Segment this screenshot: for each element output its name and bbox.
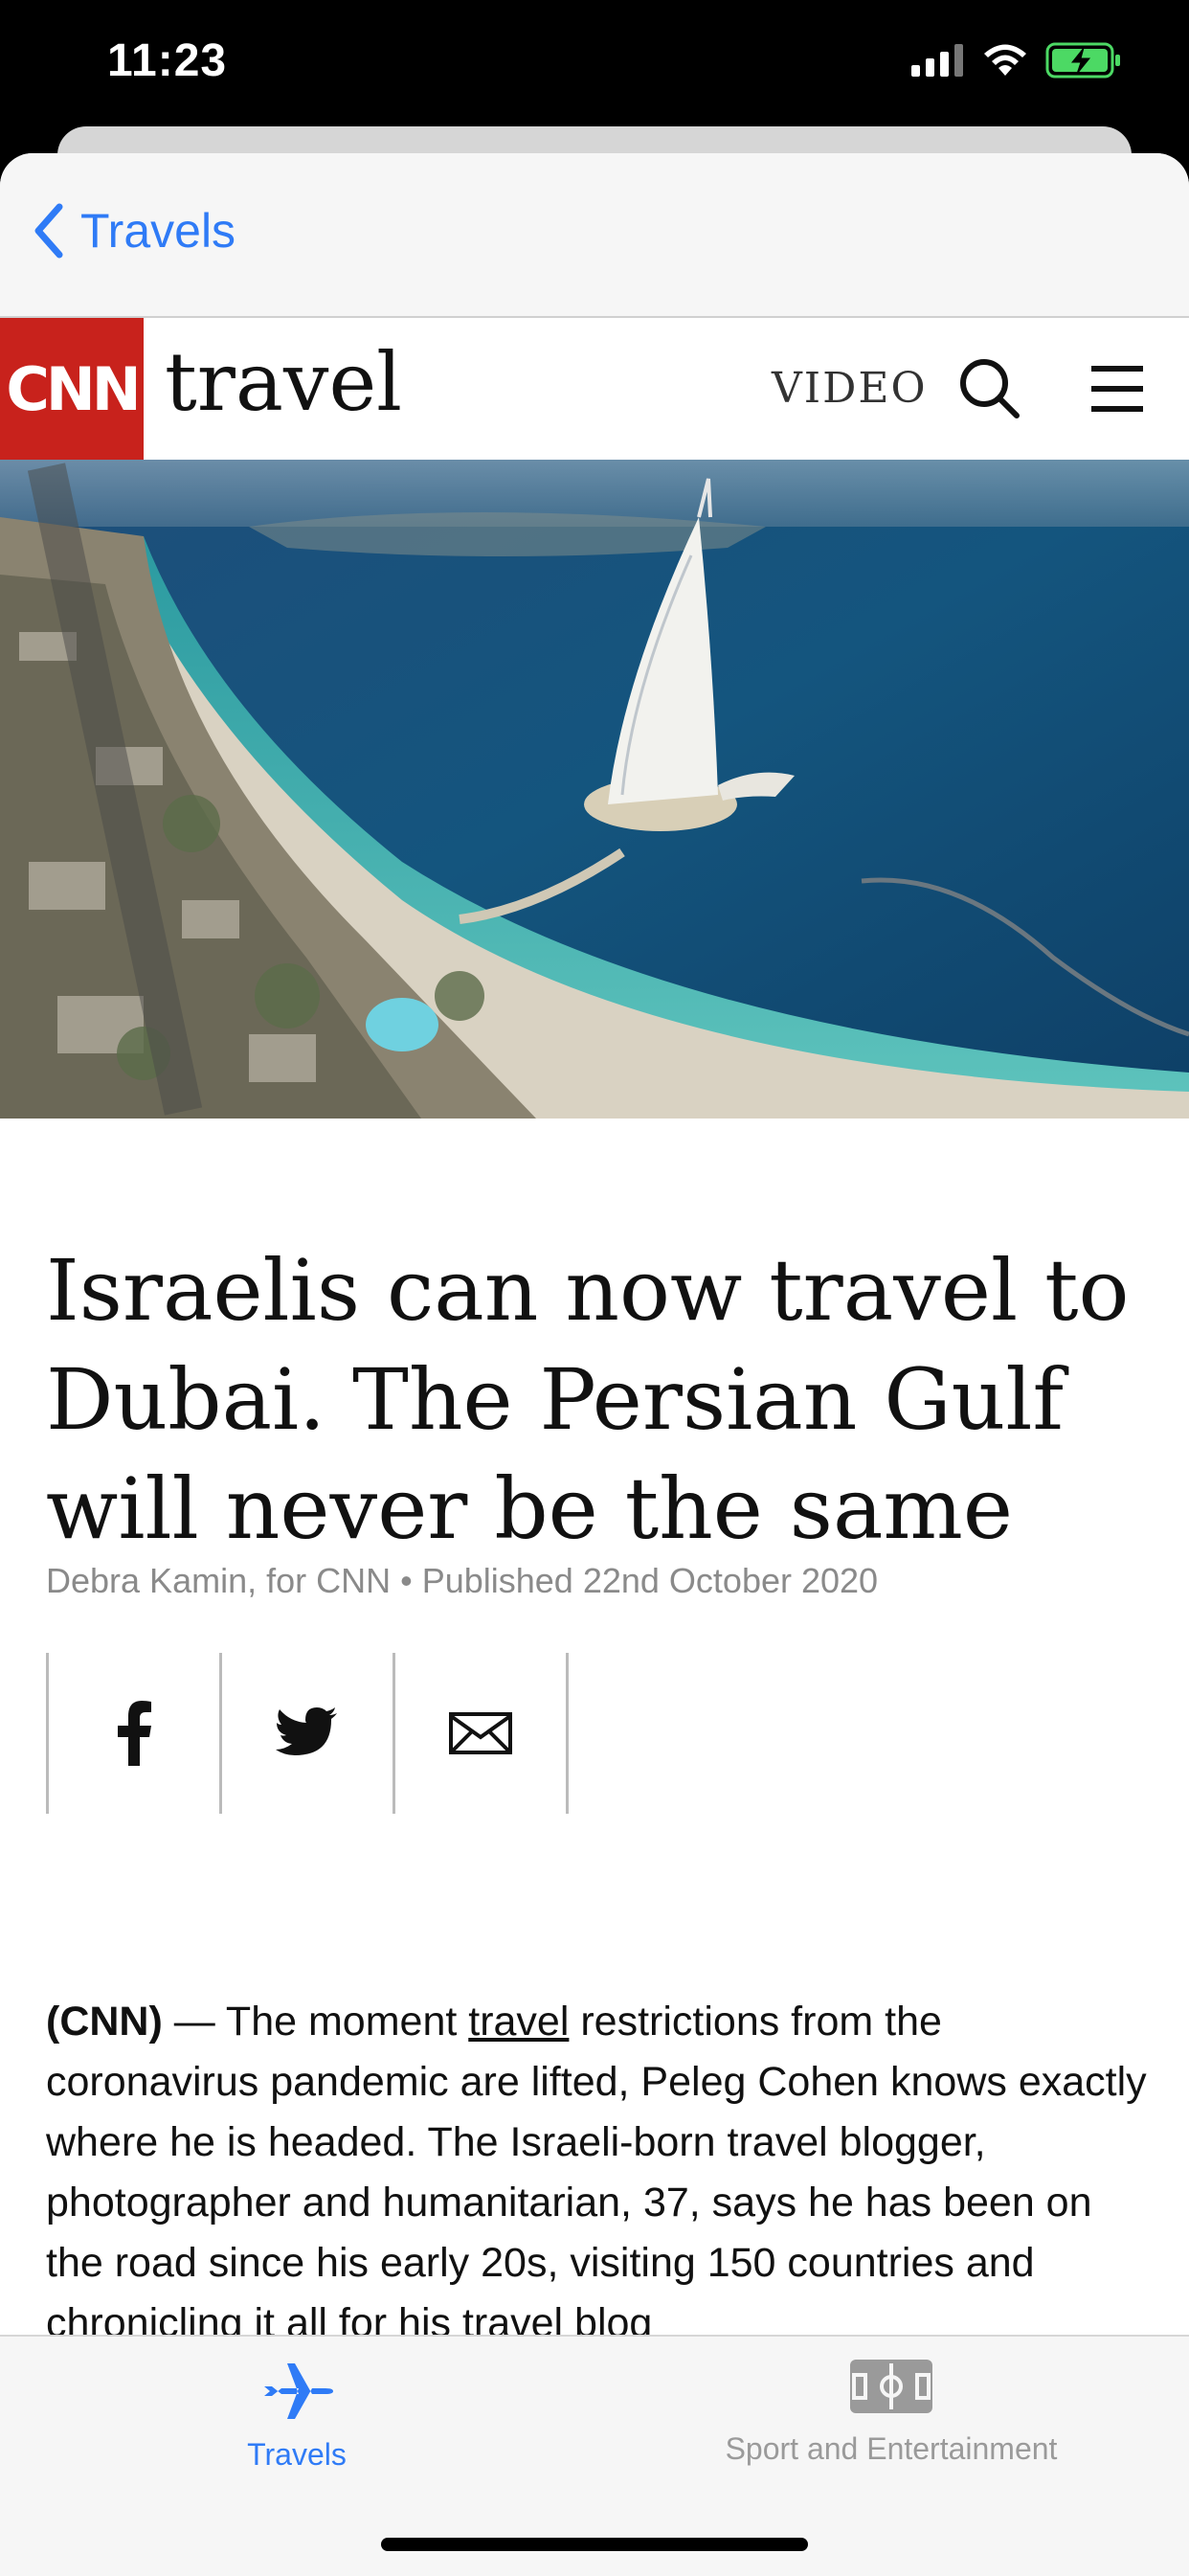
article-dash: — The moment bbox=[162, 1999, 469, 2045]
hamburger-menu-icon[interactable] bbox=[1089, 362, 1145, 420]
travel-link[interactable]: travel bbox=[468, 1999, 569, 2045]
article-byline: Debra Kamin, for CNN • Published 22nd Oc… bbox=[46, 1561, 879, 1600]
share-bar bbox=[46, 1653, 569, 1814]
signal-icon bbox=[911, 44, 963, 77]
article-headline: Israelis can now travel to Dubai. The Pe… bbox=[46, 1240, 1130, 1558]
back-button[interactable]: Travels bbox=[33, 203, 236, 259]
article-sheet: Travels CNN travel VIDEO Israelis can no… bbox=[0, 153, 1189, 2574]
video-link[interactable]: VIDEO bbox=[772, 364, 928, 413]
search-icon[interactable] bbox=[957, 356, 1022, 426]
facebook-share-button[interactable] bbox=[46, 1653, 219, 1814]
airplane-icon bbox=[264, 2363, 333, 2419]
tab-sport-entertainment[interactable]: Sport and Entertainment bbox=[708, 2358, 1074, 2467]
status-time: 11:23 bbox=[107, 35, 228, 86]
soccer-field-icon bbox=[850, 2360, 932, 2413]
status-icons bbox=[911, 42, 1122, 79]
navigation-bar: Travels bbox=[0, 153, 1189, 318]
twitter-share-button[interactable] bbox=[219, 1653, 393, 1814]
tab-sport-entertainment-label: Sport and Entertainment bbox=[725, 2431, 1058, 2466]
wifi-icon bbox=[984, 44, 1026, 76]
cnn-logo[interactable]: CNN bbox=[0, 318, 144, 460]
twitter-icon bbox=[276, 1707, 337, 1755]
tab-travels-label: Travels bbox=[247, 2437, 347, 2472]
cnn-header: CNN travel VIDEO bbox=[0, 318, 1189, 462]
chevron-left-icon bbox=[34, 203, 63, 259]
brand-title[interactable]: travel bbox=[165, 335, 402, 429]
email-icon bbox=[449, 1712, 512, 1754]
email-share-button[interactable] bbox=[393, 1653, 569, 1814]
battery-charging-icon bbox=[1045, 42, 1120, 79]
article-text: restrictions from the coronavirus pandem… bbox=[46, 1999, 1147, 2346]
facebook-icon bbox=[118, 1701, 151, 1766]
article-body: (CNN) — The moment travel restrictions f… bbox=[46, 1992, 1147, 2354]
article-dateline: (CNN) bbox=[46, 1999, 163, 2045]
home-indicator[interactable] bbox=[381, 2538, 808, 2551]
back-button-label: Travels bbox=[80, 204, 236, 258]
tab-travels[interactable]: Travels bbox=[222, 2358, 371, 2473]
status-bar: 11:23 bbox=[0, 0, 1189, 124]
hero-image bbox=[0, 460, 1189, 1119]
